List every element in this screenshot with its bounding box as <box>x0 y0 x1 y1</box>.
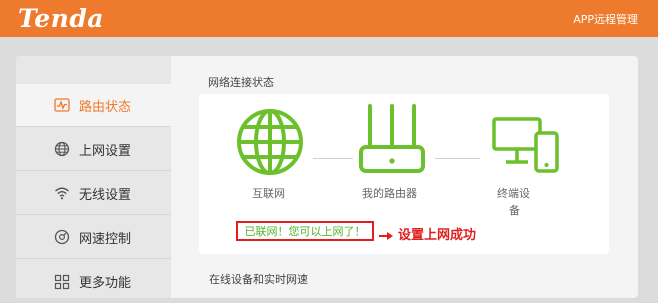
connection-status-message: 已联网！您可以上网了！ <box>236 221 374 241</box>
node-label-terminal: 终端设 <box>497 187 530 200</box>
tenda-logo: Tenda <box>18 4 104 33</box>
internet-globe-icon <box>235 107 305 177</box>
sidebar-item-speed-control[interactable]: 网速控制 <box>16 216 171 259</box>
arrow-right-icon <box>379 226 393 240</box>
connection-line <box>313 158 353 159</box>
terminal-devices-icon <box>492 116 560 174</box>
wifi-icon <box>53 184 71 202</box>
sidebar-item-more-features[interactable]: 更多功能 <box>16 260 171 303</box>
sidebar-item-label: 上网设置 <box>79 143 132 159</box>
section-title-online-devices: 在线设备和实时网速 <box>209 273 308 286</box>
pulse-monitor-icon <box>53 96 71 114</box>
section-title-network-status: 网络连接状态 <box>208 76 274 89</box>
sidebar-item-label: 无线设置 <box>79 187 132 203</box>
node-label-router: 我的路由器 <box>362 187 417 200</box>
connection-line <box>435 158 480 159</box>
globe-icon <box>53 140 71 158</box>
sidebar-item-label: 更多功能 <box>79 276 132 291</box>
node-label-terminal-cont: 备 <box>509 204 520 217</box>
sidebar-item-wireless-settings[interactable]: 无线设置 <box>16 172 171 215</box>
app-remote-management-link[interactable]: APP远程管理 <box>573 11 638 27</box>
annotation-setup-success: 设置上网成功 <box>398 228 477 243</box>
sidebar-item-router-status[interactable]: 路由状态 <box>16 84 171 127</box>
sidebar: 路由状态 上网设置 无线设置 网速控制 更多功能 <box>16 56 171 298</box>
node-label-internet: 互联网 <box>252 187 285 200</box>
top-bar: Tenda APP远程管理 <box>0 0 658 37</box>
speedometer-icon <box>53 228 71 246</box>
sidebar-item-label: 网速控制 <box>79 231 132 247</box>
grid-icon <box>53 273 71 291</box>
sidebar-item-internet-settings[interactable]: 上网设置 <box>16 128 171 171</box>
sidebar-item-label: 路由状态 <box>79 99 132 115</box>
router-icon <box>357 103 427 175</box>
